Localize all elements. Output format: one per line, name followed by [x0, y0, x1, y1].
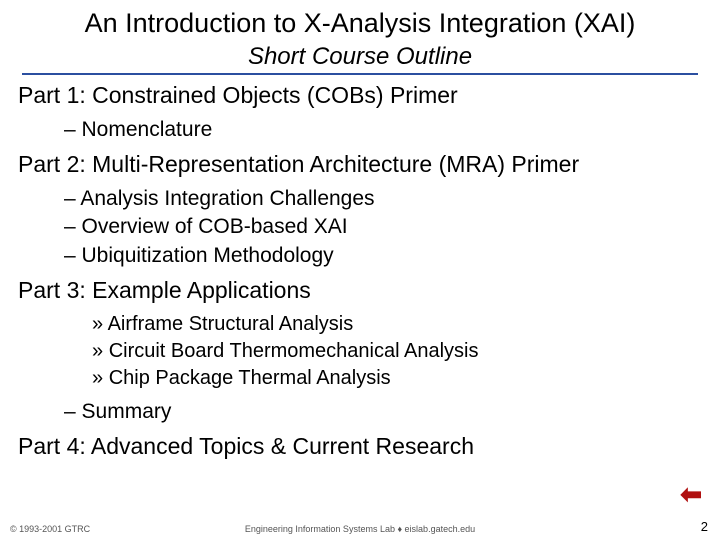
- list-item: Airframe Structural Analysis: [92, 311, 702, 338]
- part3-heading: Part 3: Example Applications: [18, 276, 702, 305]
- part3-summary: Summary: [64, 398, 702, 426]
- list-item: Circuit Board Thermomechanical Analysis: [92, 338, 702, 365]
- slide-subtitle: Short Course Outline: [0, 43, 720, 71]
- list-item: Summary: [64, 398, 702, 426]
- part2-heading: Part 2: Multi-Representation Architectur…: [18, 150, 702, 179]
- part2-list: Analysis Integration Challenges Overview…: [64, 185, 702, 270]
- list-item: Overview of COB-based XAI: [64, 213, 702, 241]
- divider: [22, 73, 698, 75]
- slide-title: An Introduction to X-Analysis Integratio…: [0, 0, 720, 39]
- list-item: Chip Package Thermal Analysis: [92, 365, 702, 392]
- list-item: Ubiquitization Methodology: [64, 242, 702, 270]
- part1-list: Nomenclature: [64, 116, 702, 144]
- part4-heading: Part 4: Advanced Topics & Current Resear…: [18, 432, 702, 461]
- slide-body: Part 1: Constrained Objects (COBs) Prime…: [0, 81, 720, 461]
- part3-sublist: Airframe Structural Analysis Circuit Boa…: [92, 311, 702, 392]
- slide: An Introduction to X-Analysis Integratio…: [0, 0, 720, 540]
- arrow-left-icon: ⬅: [680, 479, 702, 510]
- part1-heading: Part 1: Constrained Objects (COBs) Prime…: [18, 81, 702, 110]
- page-number: 2: [701, 519, 708, 534]
- list-item: Nomenclature: [64, 116, 702, 144]
- footer-lab: Engineering Information Systems Lab ♦ ei…: [0, 524, 720, 534]
- list-item: Analysis Integration Challenges: [64, 185, 702, 213]
